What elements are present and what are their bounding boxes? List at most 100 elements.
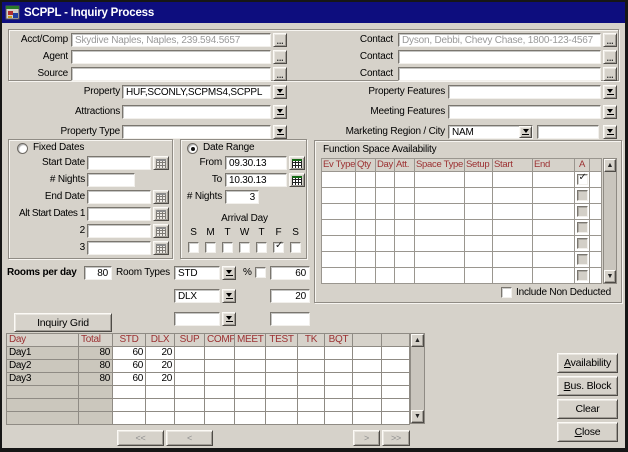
start-date-calendar-button[interactable] [153,156,169,170]
grid-cell[interactable] [235,412,266,425]
grid-cell[interactable] [266,386,298,399]
grid-cell[interactable] [205,399,235,412]
marketing-region-dropdown-button[interactable] [519,126,532,138]
meeting-features-dropdown-button[interactable] [603,105,617,119]
fsa-cell[interactable] [465,252,493,268]
room-count-field-2[interactable]: 20 [270,289,310,303]
meeting-features-field[interactable] [448,105,601,119]
grid-cell[interactable] [146,386,175,399]
fsa-cell[interactable] [493,268,533,284]
scroll-up-button[interactable]: ▲ [411,334,424,347]
fsa-cell[interactable] [465,188,493,204]
contact-1-lookup-button[interactable]: ... [603,33,617,47]
grid-cell[interactable] [205,347,235,360]
grid-cell[interactable] [266,399,298,412]
fsa-cell[interactable] [575,188,590,204]
grid-cell[interactable] [113,399,146,412]
fsa-cell[interactable] [415,220,465,236]
fsa-cell[interactable] [376,268,395,284]
fsa-cell[interactable] [356,172,376,188]
fsa-cell[interactable] [465,268,493,284]
contact-2-lookup-button[interactable]: ... [603,50,617,64]
grid-cell[interactable]: 60 [113,373,146,386]
fsa-cell[interactable] [590,188,602,204]
marketing-city-field[interactable] [537,125,599,139]
grid-cell[interactable] [175,399,205,412]
grid-scrollbar[interactable]: ▲ ▼ [410,333,425,424]
fsa-cell[interactable] [493,188,533,204]
grid-cell[interactable] [235,347,266,360]
property-field[interactable]: HUF,SCONLY,SCPMS4,SCPPL [122,85,271,99]
grid-cell[interactable] [382,386,410,399]
grid-cell[interactable] [325,373,353,386]
fsa-cell[interactable] [395,172,415,188]
grid-cell[interactable] [353,412,382,425]
grid-cell[interactable] [235,360,266,373]
grid-cell[interactable]: Day2 [7,360,79,373]
grid-cell[interactable] [353,360,382,373]
next-page-button[interactable]: > [353,430,380,446]
fsa-cell[interactable] [590,204,602,220]
grid-cell[interactable] [325,347,353,360]
fsa-cell[interactable] [322,204,356,220]
availability-button[interactable]: Availability [557,353,618,373]
fsa-cell[interactable] [356,236,376,252]
agent-field[interactable] [71,50,271,64]
arrival-day-checkbox-4[interactable] [256,242,267,253]
property-dropdown-button[interactable] [273,85,287,99]
fsa-cell[interactable] [493,220,533,236]
fsa-cell[interactable] [322,236,356,252]
fsa-cell[interactable] [465,172,493,188]
grid-cell[interactable] [298,412,325,425]
fsa-cell[interactable] [376,236,395,252]
room-type-field-2[interactable]: DLX [174,289,220,303]
fsa-cell[interactable] [356,268,376,284]
grid-cell[interactable]: 20 [146,373,175,386]
fsa-cell[interactable] [356,220,376,236]
grid-cell[interactable] [266,347,298,360]
fsa-cell[interactable] [590,252,602,268]
arrival-day-checkbox-2[interactable] [222,242,233,253]
inquiry-grid-button[interactable]: Inquiry Grid [14,313,112,332]
fsa-cell[interactable] [493,172,533,188]
grid-cell[interactable] [79,399,113,412]
end-date-calendar-button[interactable] [153,190,169,204]
rooms-per-day-field[interactable]: 80 [84,266,112,280]
source-lookup-button[interactable]: ... [273,67,287,81]
fsa-cell[interactable] [415,252,465,268]
attractions-dropdown-button[interactable] [273,105,287,119]
grid-cell[interactable] [298,347,325,360]
source-field[interactable] [71,67,271,81]
property-features-field[interactable] [448,85,601,99]
attractions-field[interactable] [122,105,271,119]
grid-cell[interactable] [205,386,235,399]
alt-start-date-3-field[interactable] [87,241,151,255]
grid-cell[interactable] [325,360,353,373]
fsa-cell[interactable] [356,252,376,268]
grid-cell[interactable] [79,412,113,425]
fsa-cell[interactable] [533,268,575,284]
grid-cell[interactable] [382,360,410,373]
scroll-down-button[interactable]: ▼ [411,410,424,423]
title-bar[interactable]: SCPPL - Inquiry Process [2,2,625,23]
grid-cell[interactable] [353,373,382,386]
grid-cell[interactable]: 20 [146,360,175,373]
fsa-cell[interactable] [533,188,575,204]
fsa-cell[interactable] [493,204,533,220]
grid-cell[interactable] [382,373,410,386]
fsa-cell[interactable] [590,172,602,188]
fsa-cell[interactable] [590,236,602,252]
fsa-cell[interactable] [395,252,415,268]
room-type-1-dropdown-button[interactable] [222,266,236,280]
fsa-cell[interactable] [376,204,395,220]
fsa-cell[interactable] [533,220,575,236]
grid-cell[interactable] [146,399,175,412]
grid-cell[interactable]: 20 [146,347,175,360]
property-features-dropdown-button[interactable] [603,85,617,99]
fsa-availability-checkbox[interactable] [577,190,588,201]
fsa-cell[interactable] [322,220,356,236]
alt-start-date-2-field[interactable] [87,224,151,238]
grid-cell[interactable] [7,386,79,399]
grid-cell[interactable] [353,399,382,412]
fixed-nights-field[interactable] [87,173,135,187]
